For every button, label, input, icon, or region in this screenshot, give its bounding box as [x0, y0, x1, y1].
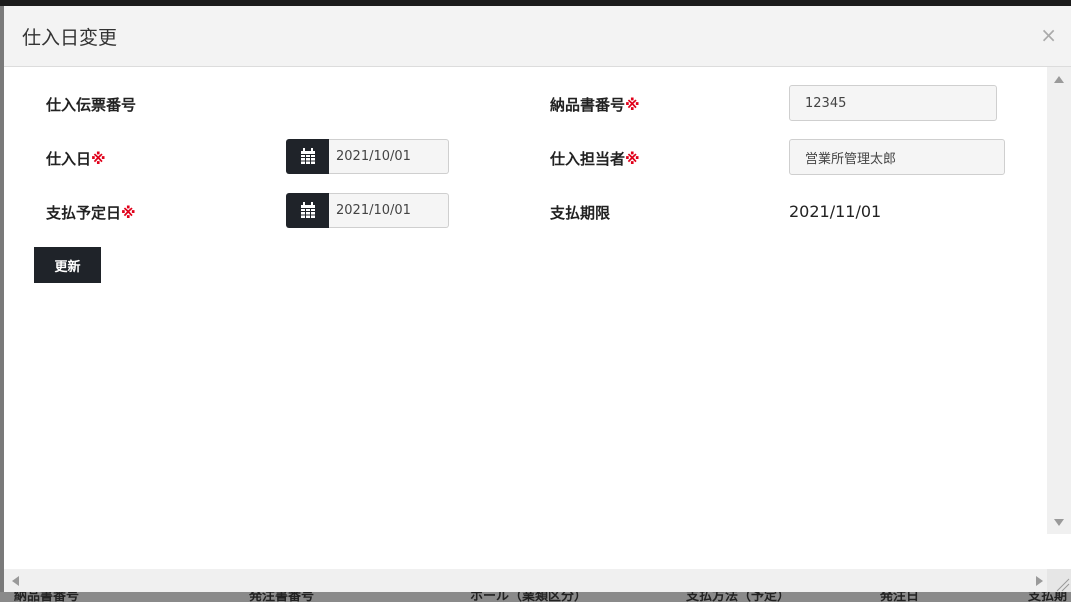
purchaser-label: 仕入担当者※	[550, 150, 640, 168]
payment-deadline-label: 支払期限	[550, 204, 611, 222]
purchase-slip-no-label: 仕入伝票番号	[46, 96, 137, 114]
required-mark: ※	[121, 204, 136, 222]
scroll-left-icon[interactable]	[12, 576, 19, 586]
scroll-right-icon[interactable]	[1036, 576, 1043, 586]
close-icon[interactable]: ×	[1040, 25, 1057, 45]
purchaser-input[interactable]	[789, 139, 1005, 175]
purchase-date-picker	[286, 139, 449, 174]
payment-due-date-picker	[286, 193, 449, 228]
update-button[interactable]: 更新	[34, 247, 101, 283]
resize-grip-icon[interactable]	[1047, 569, 1071, 592]
delivery-note-no-input[interactable]	[789, 85, 997, 121]
dialog-title: 仕入日変更	[22, 27, 118, 49]
purchase-date-input[interactable]	[329, 139, 449, 174]
bg-column-header: 発注書番号	[249, 592, 315, 602]
payment-due-date-calendar-button[interactable]	[286, 193, 329, 228]
calendar-icon	[301, 148, 315, 164]
scroll-up-icon[interactable]	[1054, 76, 1064, 83]
purchase-date-change-dialog: 仕入日変更 × 仕入伝票番号 納品書番号※ 仕入日※	[4, 6, 1071, 592]
dialog-header: 仕入日変更 ×	[4, 6, 1071, 67]
dialog-body: 仕入伝票番号 納品書番号※ 仕入日※	[4, 67, 1047, 569]
payment-deadline-value: 2021/11/01	[789, 202, 882, 221]
background-table-header: 納品書番号 発注書番号 ホール（業類区分） 支払方法（予定） 発注日 支払期	[0, 592, 1071, 602]
purchase-date-label: 仕入日※	[46, 150, 106, 168]
required-mark: ※	[91, 150, 106, 168]
calendar-icon	[301, 202, 315, 218]
bg-column-header: 支払方法（予定）	[686, 592, 791, 602]
payment-due-date-input[interactable]	[329, 193, 449, 228]
purchase-date-calendar-button[interactable]	[286, 139, 329, 174]
required-mark: ※	[625, 96, 640, 114]
resize-lines	[1056, 578, 1070, 592]
delivery-note-no-label: 納品書番号※	[550, 96, 640, 114]
horizontal-scrollbar[interactable]	[4, 569, 1047, 592]
required-mark: ※	[625, 150, 640, 168]
bg-column-header: 発注日	[880, 592, 920, 602]
bg-column-header: 納品書番号	[14, 592, 80, 602]
payment-due-date-label: 支払予定日※	[46, 204, 136, 222]
bg-column-header: 支払期	[1028, 592, 1068, 602]
scroll-down-icon[interactable]	[1054, 519, 1064, 526]
vertical-scrollbar[interactable]	[1047, 67, 1071, 534]
bg-column-header: ホール（業類区分）	[470, 592, 588, 602]
